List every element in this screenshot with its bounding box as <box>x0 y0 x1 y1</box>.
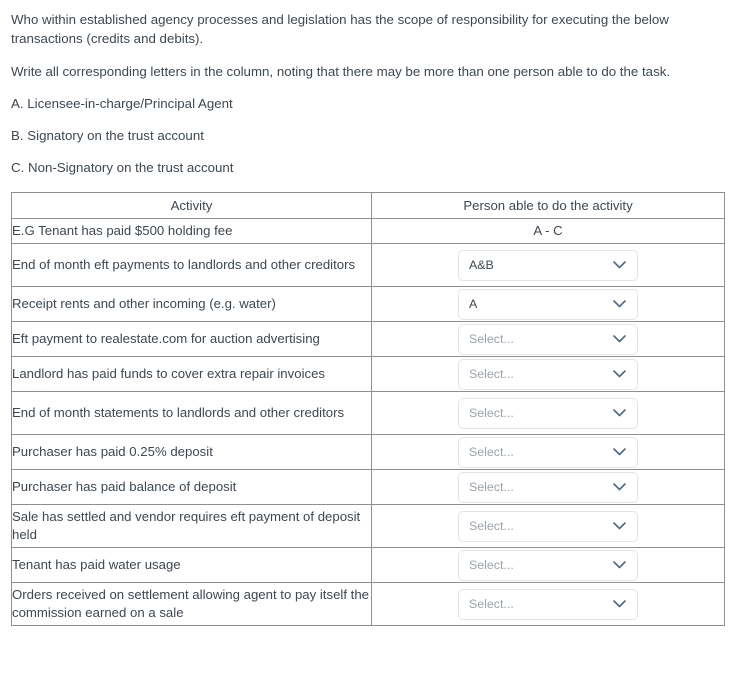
answer-select-8[interactable]: Select... <box>458 549 638 581</box>
answer-select-value: A&B <box>469 257 494 272</box>
activity-label: End of month eft payments to landlords a… <box>11 243 372 287</box>
answer-cell: A <box>371 286 725 322</box>
table-row: End of month eft payments to landlords a… <box>11 243 725 287</box>
activity-label: Eft payment to realestate.com for auctio… <box>11 321 372 357</box>
activity-label: Orders received on settlement allowing a… <box>11 582 372 626</box>
activity-label: Landlord has paid funds to cover extra r… <box>11 356 372 392</box>
intro-paragraph-2: Write all corresponding letters in the c… <box>11 64 671 79</box>
answer-cell: Select... <box>371 469 725 505</box>
answer-select-value: Select... <box>469 405 514 420</box>
answer-select-value: Select... <box>469 331 514 346</box>
answer-select-0[interactable]: A&B <box>458 249 638 281</box>
chevron-down-icon <box>613 512 626 541</box>
answer-cell: Select... <box>371 582 725 626</box>
answer-cell: Select... <box>371 356 725 392</box>
column-header-activity: Activity <box>11 192 372 219</box>
answer-select-value: Select... <box>469 518 514 533</box>
table-row: Receipt rents and other incoming (e.g. w… <box>11 286 725 322</box>
table-row-example: E.G Tenant has paid $500 holding fee A -… <box>11 218 725 244</box>
chevron-down-icon <box>613 399 626 428</box>
activity-label: Tenant has paid water usage <box>11 547 372 583</box>
activity-label: End of month statements to landlords and… <box>11 391 372 435</box>
chevron-down-icon <box>613 438 626 467</box>
activity-label: Sale has settled and vendor requires eft… <box>11 504 372 548</box>
example-answer-value: A - C <box>371 218 725 244</box>
table-row: Tenant has paid water usage Select... <box>11 547 725 583</box>
answer-select-9[interactable]: Select... <box>458 588 638 620</box>
answer-select-5[interactable]: Select... <box>458 436 638 468</box>
column-header-person: Person able to do the activity <box>371 192 725 219</box>
answer-select-value: Select... <box>469 366 514 381</box>
answer-select-value: Select... <box>469 596 514 611</box>
chevron-down-icon <box>613 251 626 280</box>
answer-select-value: Select... <box>469 444 514 459</box>
answer-cell: Select... <box>371 391 725 435</box>
answer-select-value: A <box>469 296 478 311</box>
chevron-down-icon <box>613 290 626 319</box>
chevron-down-icon <box>613 551 626 580</box>
answer-select-value: Select... <box>469 479 514 494</box>
chevron-down-icon <box>613 360 626 389</box>
table-row: Purchaser has paid balance of deposit Se… <box>11 469 725 505</box>
option-a: A. Licensee-in-charge/Principal Agent <box>11 96 233 111</box>
table-row: Purchaser has paid 0.25% deposit Select.… <box>11 434 725 470</box>
intro-paragraph-1: Who within established agency processes … <box>11 12 669 46</box>
table-row: Sale has settled and vendor requires eft… <box>11 504 725 548</box>
answer-select-value: Select... <box>469 557 514 572</box>
chevron-down-icon <box>613 590 626 619</box>
table-row: Eft payment to realestate.com for auctio… <box>11 321 725 357</box>
activity-label: Receipt rents and other incoming (e.g. w… <box>11 286 372 322</box>
answer-cell: Select... <box>371 321 725 357</box>
table-row: End of month statements to landlords and… <box>11 391 725 435</box>
quiz-page: Who within established agency processes … <box>0 0 744 677</box>
answer-cell: Select... <box>371 547 725 583</box>
activity-label: Purchaser has paid 0.25% deposit <box>11 434 372 470</box>
example-activity-label: E.G Tenant has paid $500 holding fee <box>11 218 372 244</box>
answer-select-3[interactable]: Select... <box>458 358 638 390</box>
table-header-row: Activity Person able to do the activity <box>11 192 725 219</box>
option-c: C. Non-Signatory on the trust account <box>11 160 234 175</box>
answer-select-6[interactable]: Select... <box>458 471 638 503</box>
answer-select-4[interactable]: Select... <box>458 397 638 429</box>
table-row: Orders received on settlement allowing a… <box>11 582 725 626</box>
option-b: B. Signatory on the trust account <box>11 128 204 143</box>
answer-cell: Select... <box>371 504 725 548</box>
chevron-down-icon <box>613 473 626 502</box>
activity-label: Purchaser has paid balance of deposit <box>11 469 372 505</box>
activity-responsibility-table: Activity Person able to do the activity … <box>11 192 725 626</box>
answer-cell: A&B <box>371 243 725 287</box>
table-body: E.G Tenant has paid $500 holding fee A -… <box>11 218 725 626</box>
answer-select-2[interactable]: Select... <box>458 323 638 355</box>
answer-cell: Select... <box>371 434 725 470</box>
table-row: Landlord has paid funds to cover extra r… <box>11 356 725 392</box>
chevron-down-icon <box>613 325 626 354</box>
answer-select-7[interactable]: Select... <box>458 510 638 542</box>
answer-select-1[interactable]: A <box>458 288 638 320</box>
